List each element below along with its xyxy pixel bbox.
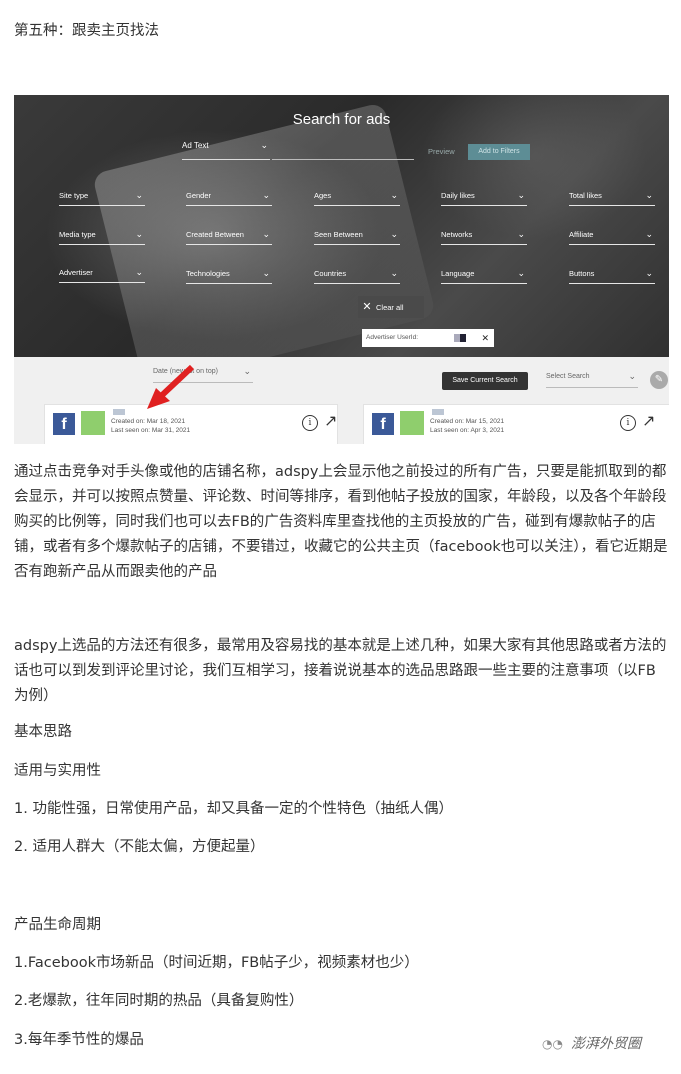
list-item: 2.老爆款，往年同时期的热品（具备复购性） bbox=[14, 993, 304, 1009]
watermark: ◔◔ 澎湃外贸圈 bbox=[542, 1033, 641, 1055]
subheading-applicability: 适用与实用性 bbox=[14, 763, 101, 779]
list-item: 1. 功能性强，日常使用产品，却又具备一定的个性特色（抽纸人偶） bbox=[14, 801, 453, 817]
subheading-lifecycle: 产品生命周期 bbox=[14, 917, 101, 933]
list-item: 1.Facebook市场新品（时间近期，FB帖子少，视频素材也少） bbox=[14, 955, 419, 971]
paragraph-selection-methods: adspy上选品的方法还有很多，最常用及容易找的基本就是上述几种，如果大家有其他… bbox=[14, 638, 667, 704]
subheading-basic: 基本思路 bbox=[14, 724, 72, 740]
red-arrow-annotation bbox=[147, 364, 195, 409]
list-item: 2. 适用人群大（不能太偏，方便起量） bbox=[14, 839, 265, 855]
adspy-screenshot: Search for ads Ad Text ⌄ Preview Add to F… bbox=[14, 95, 669, 444]
wechat-icon: ◔◔ bbox=[542, 1037, 563, 1051]
paragraph-adspy-details: 通过点击竞争对手头像或他的店铺名称，adspy上会显示他之前投过的所有广告，只要… bbox=[14, 464, 668, 580]
arrow-shaft bbox=[156, 364, 195, 401]
section-heading: 第五种：跟卖主页找法 bbox=[14, 23, 159, 39]
